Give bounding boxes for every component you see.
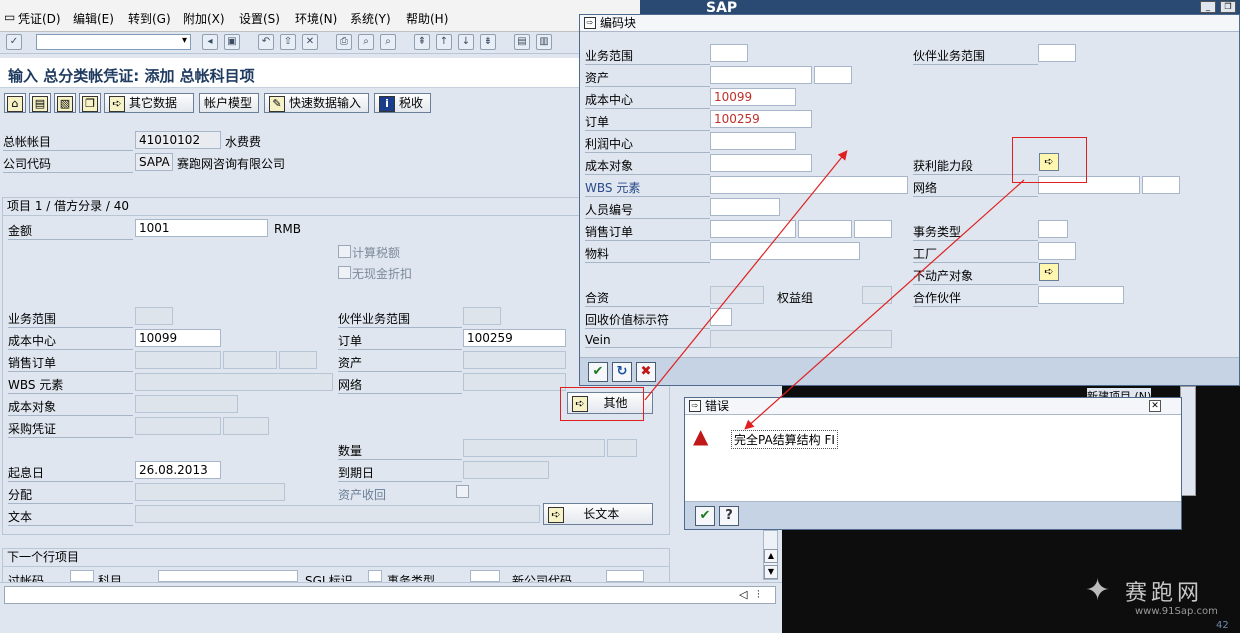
watermark-logo-icon: ✦: [1085, 573, 1111, 608]
watermark-url: www.91Sap.com: [1135, 606, 1218, 617]
annotation-arrow-1: [644, 150, 848, 401]
watermark-text: 赛跑网: [1125, 581, 1204, 606]
annotation-arrow-2: [744, 179, 1025, 430]
corner-number: 42: [1216, 620, 1229, 631]
annotation-arrows: [644, 150, 1025, 430]
watermark: ✦ 赛跑网 www.91Sap.com: [1085, 573, 1235, 623]
